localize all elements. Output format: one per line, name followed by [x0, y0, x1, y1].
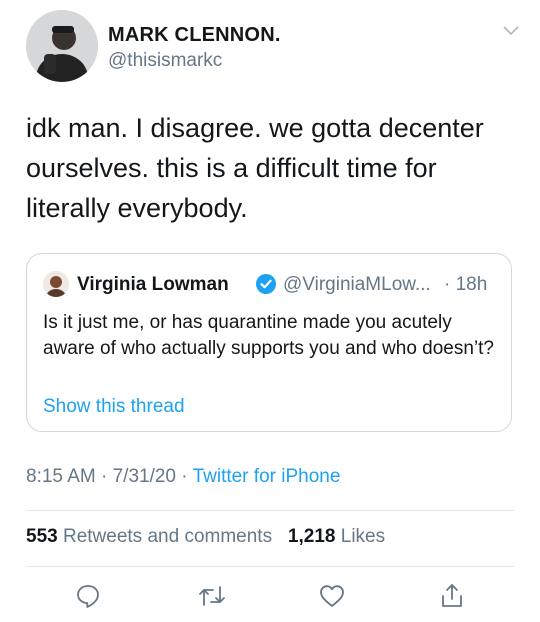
share-icon[interactable]	[434, 578, 470, 614]
tweet-text: idk man. I disagree. we gotta decenter o…	[26, 113, 484, 223]
quoted-author-avatar	[43, 271, 69, 297]
author-handle[interactable]: @thisismarkc	[108, 50, 222, 72]
quoted-author-handle: @VirginiaMLow...	[283, 274, 431, 295]
tweet-time: 8:15 AM	[26, 466, 96, 487]
tweet-meta: 8:15 AM · 7/31/20 · Twitter for iPhone	[26, 466, 340, 488]
verified-badge-icon	[255, 273, 277, 300]
reply-icon[interactable]	[70, 578, 106, 614]
divider	[26, 566, 514, 567]
chevron-down-icon[interactable]	[502, 24, 520, 42]
divider	[26, 510, 514, 511]
likes-stat[interactable]: 1,218 Likes	[288, 526, 385, 547]
show-thread-link[interactable]: Show this thread	[43, 396, 185, 418]
likes-count: 1,218	[287, 526, 336, 547]
quoted-author-name: Virginia Lowman	[77, 274, 229, 295]
author-avatar[interactable]	[26, 10, 98, 82]
meta-separator: ·	[176, 466, 193, 487]
retweet-icon[interactable]	[194, 578, 230, 614]
tweet-source-link[interactable]: Twitter for iPhone	[193, 466, 341, 487]
like-icon[interactable]	[314, 578, 350, 614]
retweets-count: 553	[26, 526, 58, 547]
tweet-date: 7/31/20	[112, 466, 177, 487]
tweet-header: MARK CLENNON. @thisismarkc	[26, 10, 520, 90]
tweet-stats: 553 Retweets and comments 1,218 Likes	[26, 526, 385, 548]
retweets-stat[interactable]: 553 Retweets and comments	[26, 526, 272, 547]
meta-separator: ·	[95, 466, 113, 487]
likes-label: Likes	[340, 526, 386, 547]
quoted-tweet-text: Is it just me, or has quarantine made yo…	[43, 312, 494, 359]
retweets-label: Retweets and comments	[62, 526, 273, 547]
quoted-tweet-time: · 18h	[444, 274, 488, 295]
quoted-tweet[interactable]: Virginia Lowman @VirginiaMLow... · 18h I…	[26, 253, 512, 432]
action-bar	[0, 578, 540, 614]
author-name[interactable]: MARK CLENNON.	[108, 24, 281, 47]
